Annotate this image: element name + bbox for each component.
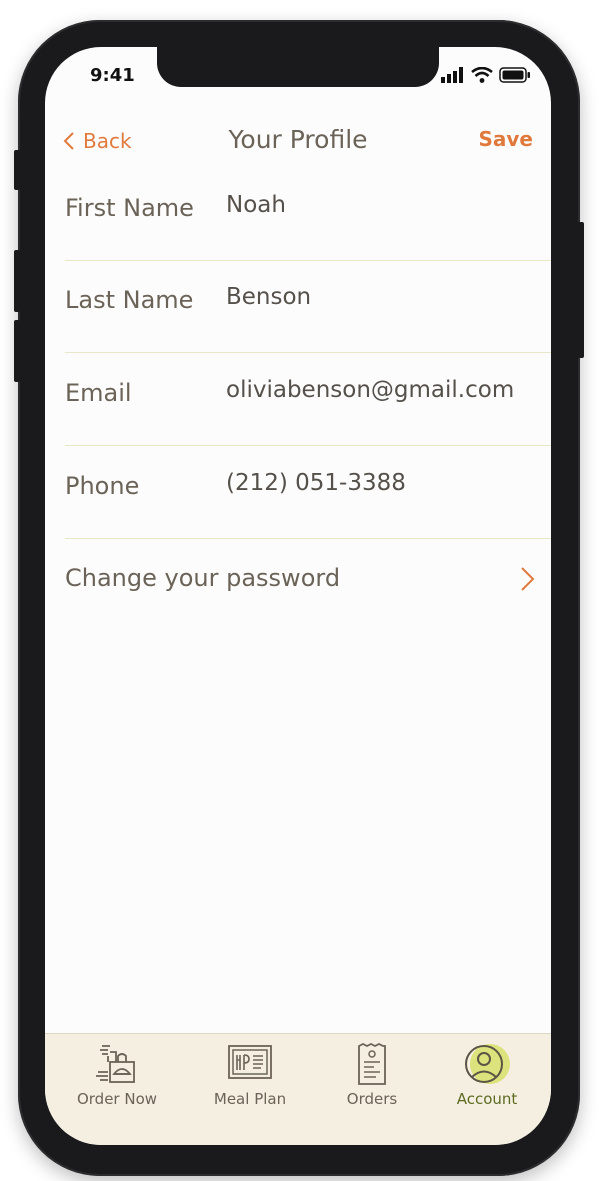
last-name-label: Last Name: [65, 286, 194, 314]
order-now-icon: [96, 1045, 135, 1083]
change-password-row[interactable]: Change your password: [65, 560, 535, 600]
power-button: [578, 222, 584, 358]
receipt-icon: [358, 1042, 386, 1085]
email-field[interactable]: oliviabenson@gmail.com: [226, 377, 514, 403]
email-row[interactable]: Email oliviabenson@gmail.com: [65, 353, 551, 446]
page-title: Your Profile: [228, 125, 368, 154]
volume-down-button: [14, 320, 20, 382]
first-name-field[interactable]: Noah: [226, 192, 286, 218]
tab-order-now-label: Order Now: [76, 1090, 158, 1108]
tab-account[interactable]: Account: [427, 1034, 547, 1124]
phone-label: Phone: [65, 472, 140, 500]
meal-plan-icon: [228, 1045, 272, 1079]
notch: [157, 47, 439, 87]
tab-orders[interactable]: Orders: [312, 1034, 432, 1124]
mute-switch: [14, 150, 20, 190]
screen: 9:41 Back Your Profile Save First Name N…: [45, 47, 551, 1145]
first-name-row[interactable]: First Name Noah: [65, 168, 551, 261]
last-name-field[interactable]: Benson: [226, 284, 311, 310]
email-label: Email: [65, 379, 132, 407]
first-name-label: First Name: [65, 194, 194, 222]
navigation-bar: Back Your Profile Save: [45, 121, 551, 161]
tab-orders-label: Orders: [346, 1090, 398, 1108]
tab-meal-plan[interactable]: Meal Plan: [190, 1034, 310, 1124]
signal-icon: [441, 67, 463, 83]
phone-field[interactable]: (212) 051-3388: [226, 470, 406, 496]
tab-order-now[interactable]: Order Now: [57, 1034, 177, 1124]
phone-row[interactable]: Phone (212) 051-3388: [65, 446, 551, 539]
status-time: 9:41: [90, 65, 135, 86]
tab-bar: Order Now Meal Plan Orders Account: [45, 1033, 551, 1145]
battery-icon: [499, 67, 530, 83]
chevron-right-icon: [521, 567, 535, 591]
change-password-label: Change your password: [65, 564, 341, 592]
volume-up-button: [14, 250, 20, 312]
tab-meal-plan-label: Meal Plan: [213, 1090, 287, 1108]
tab-account-label: Account: [456, 1090, 518, 1108]
last-name-row[interactable]: Last Name Benson: [65, 260, 551, 353]
save-button[interactable]: Save: [478, 127, 533, 151]
wifi-icon: [471, 67, 493, 83]
status-icons: [441, 67, 531, 83]
account-icon: [465, 1044, 510, 1084]
